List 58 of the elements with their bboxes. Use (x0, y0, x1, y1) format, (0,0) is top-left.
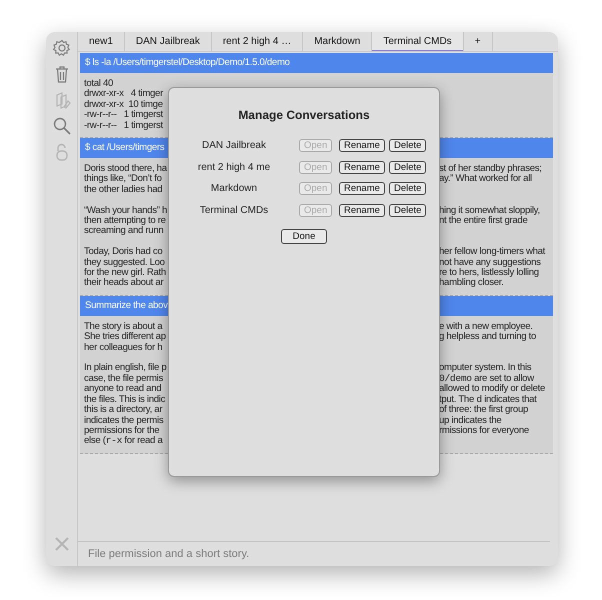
prompt-text: $ cat /Users/timgers (85, 140, 164, 155)
tab[interactable]: new1 (78, 32, 125, 51)
text-line: for the new girl. Rath (84, 268, 167, 278)
text-line: screaming and runn (84, 226, 164, 237)
done-button[interactable]: Done (280, 229, 328, 244)
text-line: drwxr-xr-x 10 timge (84, 100, 164, 110)
dialog-button[interactable]: Delete (389, 139, 426, 152)
text-line: else (r-x for read a (84, 436, 164, 447)
dialog-button[interactable]: Delete (389, 182, 426, 196)
prompt-text: Summarize the abov (85, 298, 168, 313)
text-line: allowed to modify or delete (439, 384, 546, 395)
text-line: -rw-r--r-- 1 timgerst (84, 110, 164, 121)
tab[interactable]: Markdown (303, 32, 372, 51)
dialog-button[interactable]: Rename (339, 139, 385, 152)
text-line: omputer system. In this (439, 363, 532, 374)
text-line: indicates the permis (84, 416, 164, 426)
text-line: permissions for the (84, 426, 160, 436)
dialog-button[interactable]: Delete (389, 160, 426, 174)
text-line: Today, Doris had co (84, 247, 164, 258)
text-line: “Wash your hands” h (84, 206, 168, 216)
text-line: they suggested. Loo (84, 258, 166, 268)
text-line: She tries different ap (84, 332, 167, 343)
dialog-button[interactable]: Delete (389, 204, 426, 217)
tab[interactable]: rent 2 high 4 … (212, 32, 304, 51)
text-line: hambling closer. (439, 278, 504, 289)
text-line: 0/demo are set to allow (439, 374, 536, 384)
conversation-name: Terminal CMDs (198, 204, 270, 218)
search-icon[interactable] (52, 116, 72, 136)
text-line: In plain english, file p (84, 363, 168, 374)
text-line: then attempting to re (84, 216, 167, 226)
text-line: Doris stood there, ha (84, 164, 168, 174)
text-line: case, the file permis (84, 374, 164, 384)
gear-icon[interactable] (52, 38, 72, 58)
message-field[interactable]: File permission and a short story. (86, 544, 542, 564)
text-line: the other ladies had (84, 184, 164, 196)
text-line: their heads about ar (84, 278, 164, 289)
text-line: this is a directory, ar (84, 405, 164, 416)
dialog-title: Manage Conversations (237, 107, 371, 124)
text-line: -rw-r--r-- 1 timgerst (84, 120, 164, 132)
text-line: rmissions for everyone (439, 426, 530, 436)
tab[interactable]: Terminal CMDs (372, 32, 464, 51)
text-line: ay.” What worked for all (439, 174, 532, 185)
text-line: anyone to read and (84, 384, 162, 395)
tab[interactable]: + (464, 32, 493, 51)
conversation-name: rent 2 high 4 me (196, 160, 272, 175)
text-line: total 40 (84, 79, 114, 89)
tab[interactable]: DAN Jailbreak (124, 32, 212, 51)
text-line: the files. This is indic (84, 394, 166, 405)
text-line: her colleagues for h (84, 342, 164, 354)
dialog-button[interactable]: Rename (339, 182, 385, 196)
dialog-button[interactable]: Rename (339, 204, 385, 217)
text-line: things like, “Don’t fo (84, 174, 163, 185)
text-line: The story is about a (84, 322, 164, 332)
conversation-name: Markdown (210, 182, 258, 196)
prompt-text: $ ls -la /Users/timgerstel/Desktop/Demo/1.5.0/demo (85, 56, 290, 70)
conversation-name: DAN Jailbreak (201, 139, 267, 154)
text-line: drwxr-xr-x 4 timger (84, 89, 164, 100)
dialog-button[interactable]: Rename (339, 160, 385, 174)
